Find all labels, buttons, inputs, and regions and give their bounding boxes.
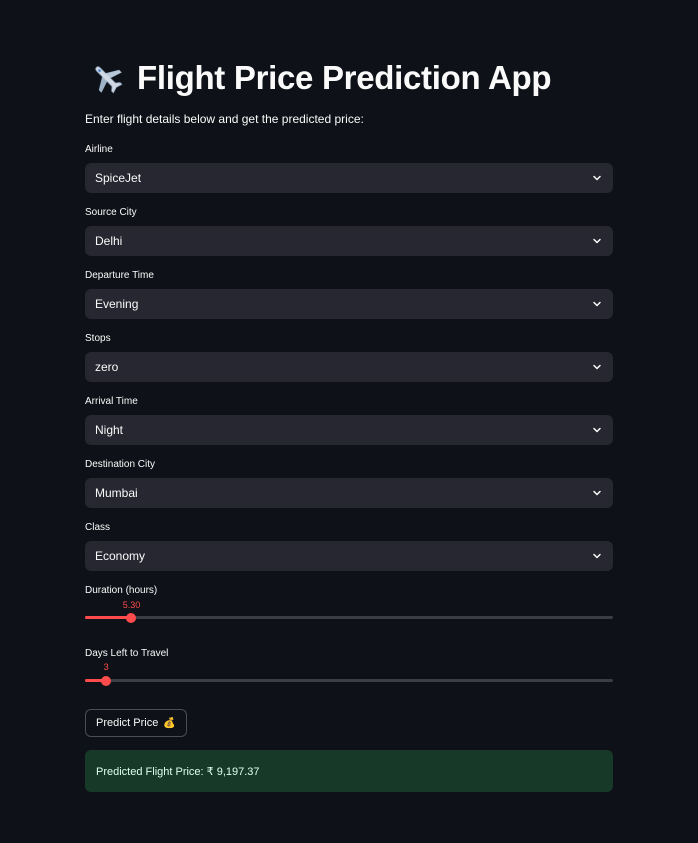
departure-time-select-value: Evening [95,297,139,311]
class-label: Class [85,522,111,533]
source-city-select[interactable]: Delhi [85,226,613,256]
page-title: Flight Price Prediction App [89,56,552,100]
arrival-time-label: Arrival Time [85,396,138,407]
duration-track[interactable] [85,616,613,619]
chevron-down-icon [593,301,601,307]
money-bag-icon: 💰 [163,717,176,729]
destination-city-select[interactable]: Mumbai [85,478,613,508]
stops-field: Stops zero [85,333,613,382]
arrival-time-select[interactable]: Night [85,415,613,445]
class-select[interactable]: Economy [85,541,613,571]
source-city-field: Source City Delhi [85,207,613,256]
destination-city-label: Destination City [85,459,156,470]
source-city-label: Source City [85,207,137,218]
chevron-down-icon [593,490,601,496]
departure-time-select[interactable]: Evening [85,289,613,319]
class-select-value: Economy [95,549,146,563]
source-city-select-value: Delhi [95,234,123,248]
chevron-down-icon [593,553,601,559]
days-left-track[interactable] [85,679,613,682]
destination-city-select-value: Mumbai [95,486,138,500]
chevron-down-icon [593,238,601,244]
duration-thumb[interactable] [126,612,137,623]
airline-label: Airline [85,144,113,155]
prediction-result-text: Predicted Flight Price: ₹ 9,197.37 [96,765,260,778]
days-left-thumb[interactable] [101,675,112,686]
chevron-down-icon [593,427,601,433]
chevron-down-icon [593,364,601,370]
stops-label: Stops [85,333,111,344]
airline-select-value: SpiceJet [95,171,142,185]
airline-field: Airline SpiceJet [85,144,613,193]
predict-price-button[interactable]: Predict Price 💰 [85,709,187,737]
duration-fill [85,616,132,619]
destination-city-field: Destination City Mumbai [85,459,613,508]
airline-select[interactable]: SpiceJet [85,163,613,193]
chevron-down-icon [593,175,601,181]
predict-price-label: Predict Price [96,717,159,729]
arrival-time-select-value: Night [95,423,124,437]
duration-label: Duration (hours) [85,585,158,596]
days-left-value: 3 [103,662,109,672]
departure-time-field: Departure Time Evening [85,270,613,319]
airplane-icon [95,66,123,94]
page-subtitle: Enter flight details below and get the p… [85,112,364,126]
days-left-slider-field: Days Left to Travel 3 [85,648,613,686]
duration-slider-field: Duration (hours) 5.30 [85,585,613,623]
page-title-text: Flight Price Prediction App [137,59,552,96]
prediction-result: Predicted Flight Price: ₹ 9,197.37 [85,750,613,792]
stops-select-value: zero [95,360,119,374]
duration-value: 5.30 [122,600,141,610]
class-field: Class Economy [85,522,613,571]
departure-time-label: Departure Time [85,270,154,281]
arrival-time-field: Arrival Time Night [85,396,613,445]
days-left-label: Days Left to Travel [85,648,169,659]
stops-select[interactable]: zero [85,352,613,382]
